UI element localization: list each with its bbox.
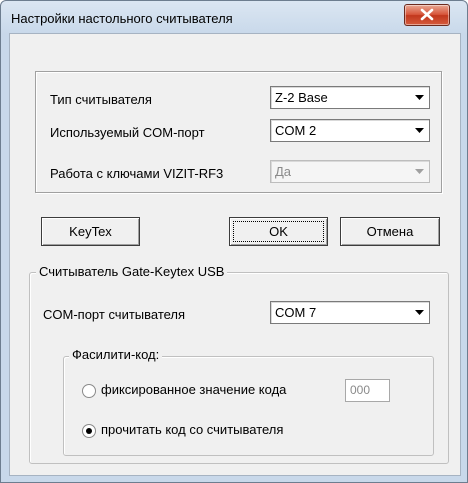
chevron-down-icon	[411, 162, 428, 181]
com-port-select[interactable]: COM 2	[270, 119, 430, 142]
com-port-label: Используемый COM-порт	[50, 125, 205, 140]
com-port-value: COM 2	[275, 123, 317, 138]
gate-com-port-select[interactable]: COM 7	[270, 301, 430, 324]
gate-com-port-label: COM-порт считывателя	[43, 307, 186, 322]
chevron-down-icon[interactable]	[411, 303, 428, 322]
vizit-select: Да	[270, 160, 430, 183]
reader-type-select[interactable]: Z-2 Base	[270, 86, 430, 109]
radio-selected-dot	[86, 428, 92, 434]
radio-fixed-code[interactable]	[82, 384, 96, 398]
window-title: Настройки настольного считывателя	[11, 11, 233, 26]
vizit-value: Да	[275, 164, 292, 179]
settings-dialog: Настройки настольного считывателя Тип сч…	[0, 0, 468, 483]
cancel-button[interactable]: Отмена	[340, 217, 440, 246]
gate-keytex-group-title: Считыватель Gate-Keytex USB	[36, 264, 228, 279]
radio-read-code[interactable]	[82, 424, 96, 438]
close-x-icon	[420, 8, 434, 21]
reader-type-value: Z-2 Base	[275, 90, 328, 105]
reader-type-label: Тип считывателя	[50, 92, 152, 107]
vizit-label: Работа с ключами VIZIT-RF3	[50, 166, 224, 181]
radio-read-code-label[interactable]: прочитать код со считывателя	[101, 422, 283, 437]
chevron-down-icon[interactable]	[411, 88, 428, 107]
radio-fixed-code-label[interactable]: фиксированное значение кода	[101, 382, 286, 397]
ok-button[interactable]: OK	[229, 217, 328, 246]
gate-com-port-value: COM 7	[275, 305, 317, 320]
title-bar[interactable]: Настройки настольного считывателя	[1, 1, 467, 33]
facility-code-group-title: Фасилити-код:	[69, 347, 163, 362]
focus-rect	[233, 221, 324, 242]
fixed-code-value: 000	[350, 383, 371, 397]
close-button[interactable]	[404, 4, 450, 26]
chevron-down-icon[interactable]	[411, 121, 428, 140]
dialog-body: Тип считывателя Z-2 Base Используемый CO…	[9, 33, 461, 476]
facility-code-group	[63, 356, 434, 456]
fixed-code-input[interactable]: 000	[345, 379, 390, 402]
keytex-button[interactable]: KeyTex	[41, 217, 140, 246]
